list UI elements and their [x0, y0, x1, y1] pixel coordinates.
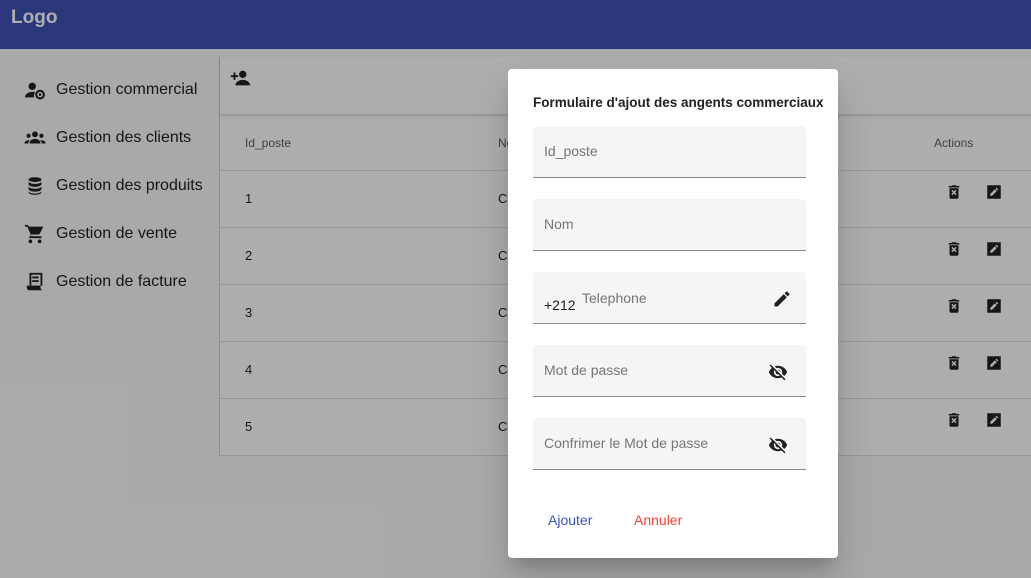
password-input[interactable]	[544, 362, 774, 378]
id-poste-input[interactable]	[544, 143, 774, 159]
id-poste-field[interactable]	[533, 126, 806, 178]
edit-pencil-icon[interactable]	[772, 289, 792, 309]
password-field[interactable]	[533, 345, 806, 397]
ajouter-button[interactable]: Ajouter	[548, 512, 592, 528]
telephone-field[interactable]: +212	[533, 272, 806, 324]
confirm-password-input[interactable]	[544, 435, 774, 451]
phone-prefix: +212	[544, 297, 576, 313]
nom-input[interactable]	[544, 216, 774, 232]
telephone-input[interactable]	[582, 290, 762, 306]
nom-field[interactable]	[533, 199, 806, 251]
annuler-button[interactable]: Annuler	[634, 512, 682, 528]
add-agent-dialog: Formulaire d'ajout des angents commercia…	[508, 69, 838, 558]
confirm-password-field[interactable]	[533, 418, 806, 470]
visibility-off-icon[interactable]	[768, 435, 788, 455]
visibility-off-icon[interactable]	[768, 362, 788, 382]
dialog-title: Formulaire d'ajout des angents commercia…	[533, 95, 824, 110]
